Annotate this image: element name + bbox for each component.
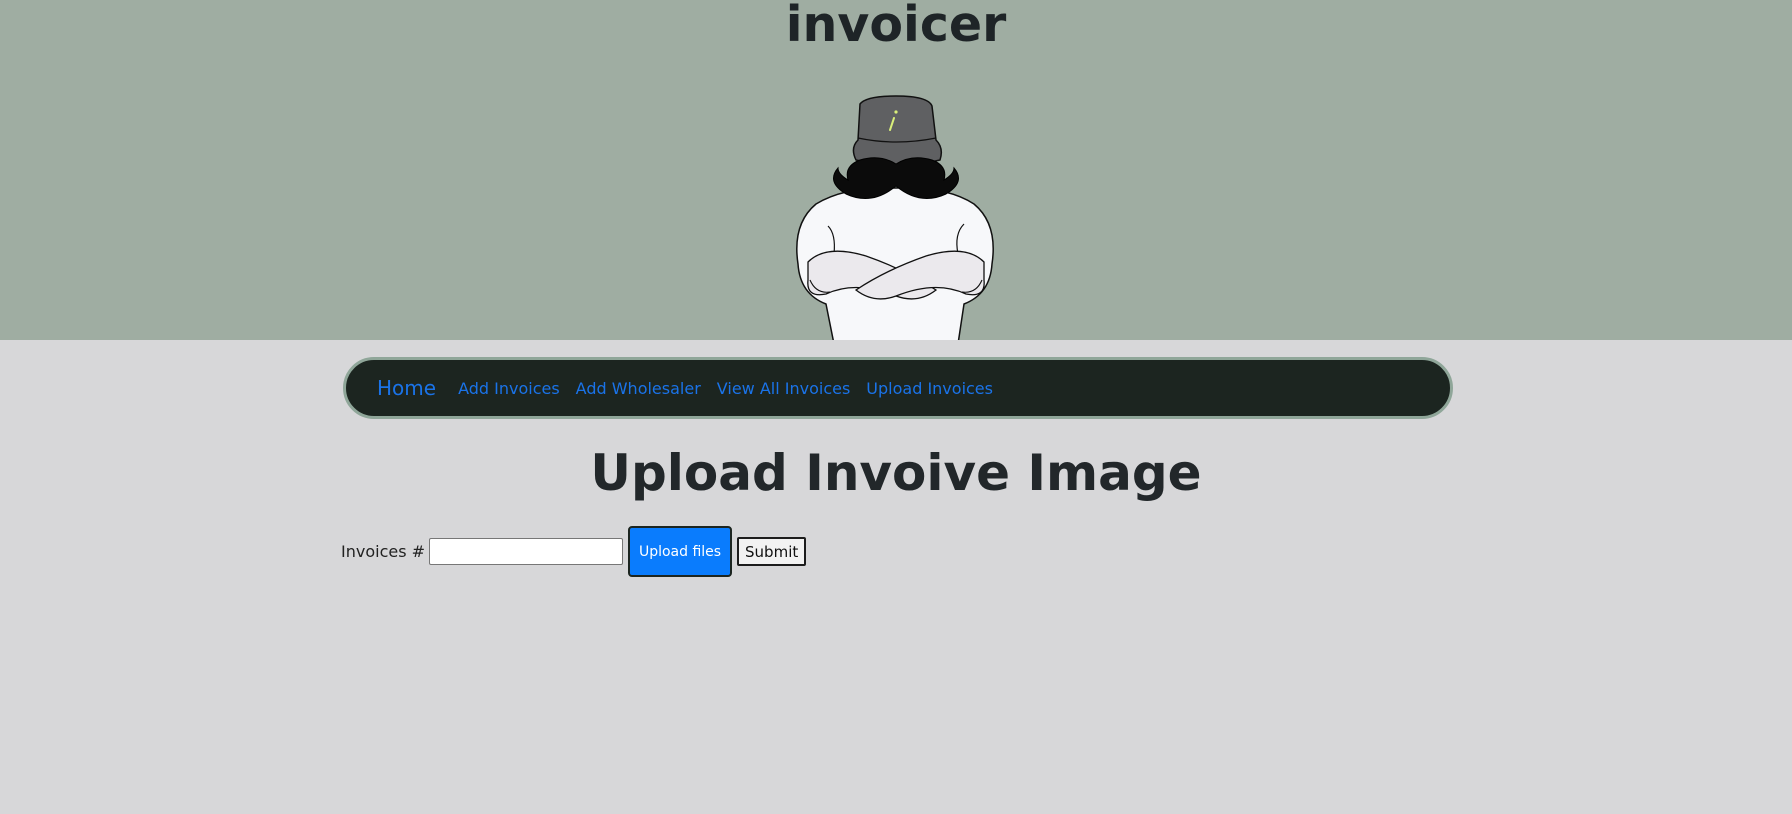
upload-files-button[interactable]: Upload files (628, 526, 733, 577)
app-title: invoicer (785, 0, 1007, 53)
main-navbar: Home Add Invoices Add Wholesaler View Al… (343, 357, 1453, 419)
upload-form: Invoices # Upload files Submit (341, 526, 807, 577)
nav-view-all-invoices-link[interactable]: View All Invoices (717, 379, 851, 398)
invoices-number-label: Invoices # (341, 542, 426, 561)
page-heading: Upload Invoive Image (590, 444, 1202, 502)
nav-add-wholesaler-link[interactable]: Add Wholesaler (576, 379, 701, 398)
nav-home-link[interactable]: Home (377, 376, 436, 400)
nav-upload-invoices-link[interactable]: Upload Invoices (866, 379, 993, 398)
invoices-number-input[interactable] (429, 538, 624, 565)
hero-banner: invoicer (0, 0, 1792, 340)
submit-button[interactable]: Submit (737, 537, 807, 566)
mascot-logo (796, 95, 994, 340)
nav-add-invoices-link[interactable]: Add Invoices (458, 379, 560, 398)
